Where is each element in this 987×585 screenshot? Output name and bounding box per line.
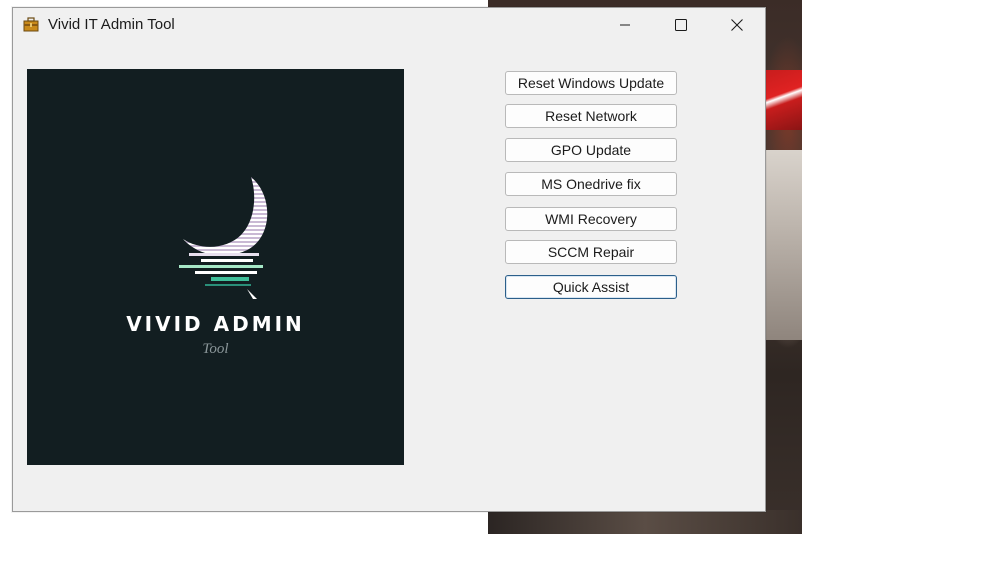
maximize-button[interactable] xyxy=(653,8,709,42)
sccm-repair-button[interactable]: SCCM Repair xyxy=(505,240,677,264)
window-title: Vivid IT Admin Tool xyxy=(48,16,175,33)
logo-title: VIVID ADMIN xyxy=(126,312,305,336)
reset-network-button[interactable]: Reset Network xyxy=(505,104,677,128)
app-window: Vivid IT Admin Tool VIVID ADMIN Tool Res… xyxy=(12,7,766,512)
close-icon xyxy=(731,19,743,31)
wmi-recovery-button[interactable]: WMI Recovery xyxy=(505,207,677,231)
wallpaper-light-patch xyxy=(766,150,802,340)
ms-onedrive-fix-button[interactable]: MS Onedrive fix xyxy=(505,172,677,196)
crescent-moon-logo-icon xyxy=(179,177,268,299)
reset-windows-update-button[interactable]: Reset Windows Update xyxy=(505,71,677,95)
logo-subtitle: Tool xyxy=(202,341,229,357)
quick-assist-button[interactable]: Quick Assist xyxy=(505,275,677,299)
minimize-button[interactable] xyxy=(597,8,653,42)
wallpaper-red-stripe xyxy=(766,70,802,130)
maximize-icon xyxy=(675,19,687,31)
logo-panel: VIVID ADMIN Tool xyxy=(27,69,404,465)
wallpaper-bottom-patch xyxy=(488,510,802,534)
gpo-update-button[interactable]: GPO Update xyxy=(505,138,677,162)
close-button[interactable] xyxy=(709,8,765,42)
title-bar[interactable]: Vivid IT Admin Tool xyxy=(13,8,765,42)
minimize-icon xyxy=(620,24,630,26)
toolbox-icon xyxy=(23,17,39,32)
